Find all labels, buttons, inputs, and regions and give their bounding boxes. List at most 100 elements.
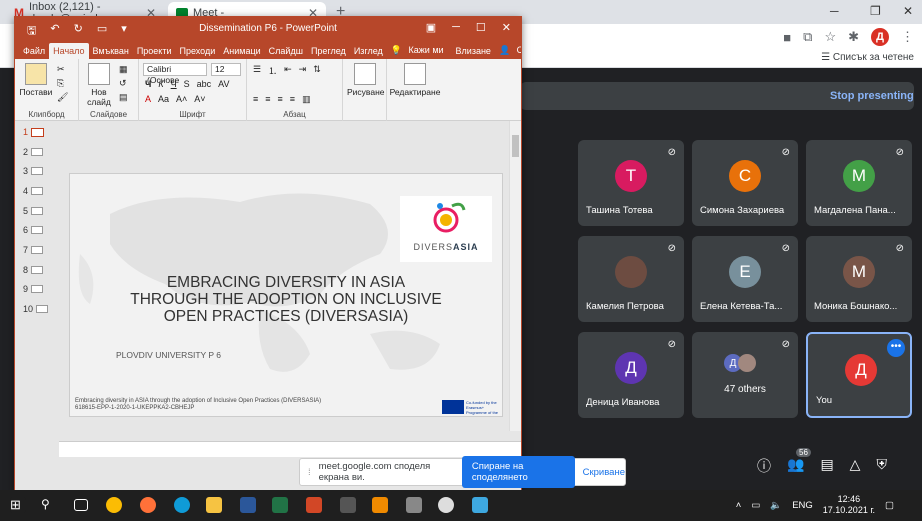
hide-button[interactable]: Скриване [583,467,625,478]
share-button[interactable]: 👤 Споделяне [495,42,521,59]
participant-tile[interactable]: ⊘ Т Ташина Тотева [578,140,684,226]
strikethrough-icon[interactable]: abc [197,79,212,89]
align-left-icon[interactable]: ≡ [253,94,258,105]
tab-home[interactable]: Начало [49,43,89,59]
chevron-up-icon[interactable]: ˄ [736,500,742,511]
clock[interactable]: 12:46 17.10.2021 г. [823,494,875,516]
search-icon[interactable]: ⚲ [41,497,57,513]
word-icon[interactable] [240,497,256,513]
minimize-icon[interactable]: ─ [452,21,460,34]
task-view-icon[interactable] [74,499,88,511]
excel-icon[interactable] [272,497,288,513]
notifications-icon[interactable]: ▢ [885,500,894,511]
bullets-icon[interactable]: ☰ [253,64,261,77]
chat-icon[interactable]: ▤ [820,456,833,476]
align-center-icon[interactable]: ≡ [265,94,270,105]
justify-icon[interactable]: ≡ [290,94,295,105]
firefox-icon[interactable] [140,497,156,513]
host-controls-icon[interactable]: ⛨ [876,456,887,476]
text-direction-icon[interactable]: ⇅ [313,64,321,77]
chrome-icon[interactable] [106,497,122,513]
change-case-icon[interactable]: Aa [158,94,169,104]
maximize-icon[interactable]: ☐ [476,21,486,34]
extensions-icon[interactable]: ✱ [848,29,859,45]
app-icon[interactable] [438,497,454,513]
language-indicator[interactable]: ENG [792,500,813,511]
slide-thumb-5[interactable]: 5 [23,206,44,216]
cut-icon[interactable]: ✂ [57,64,65,75]
edge-icon[interactable] [174,497,190,513]
align-right-icon[interactable]: ≡ [278,94,283,105]
tell-me[interactable]: 💡 Кажи ми [387,42,452,59]
outdent-icon[interactable]: ⇥ [299,64,307,77]
indent-icon[interactable]: ⇤ [284,64,292,77]
section-icon[interactable]: ▤ [119,92,128,103]
shadow-icon[interactable]: S [184,79,190,89]
app-icon[interactable] [340,497,356,513]
font-name-select[interactable]: Calibri (Основе [143,63,207,85]
file-explorer-icon[interactable] [206,497,222,513]
others-tile[interactable]: ⊘ Д 47 others [692,332,798,418]
underline-icon[interactable]: Ч [171,79,177,89]
editing-button[interactable]: Редактиране [389,63,441,97]
tab-animations[interactable]: Анимаци [219,43,264,59]
numbering-icon[interactable]: ⒈ [268,64,277,77]
stop-sharing-button[interactable]: Спиране на споделянето [461,456,575,488]
slide-title[interactable]: EMBRACING DIVERSITY IN ASIA THROUGH THE … [80,274,492,325]
slide-thumb-8[interactable]: 8 [23,265,44,275]
participant-tile[interactable]: ⊘ С Симона Захариева [692,140,798,226]
slide-canvas[interactable]: DIVERSASIA EMBRACING DIVERSITY IN ASIA T… [69,173,503,417]
menu-icon[interactable]: ⋮ [901,29,914,45]
reading-list-button[interactable]: ☰ Списък за четене [821,52,914,63]
font-color-icon[interactable]: A [145,94,151,104]
tab-review[interactable]: Преглед [307,43,350,59]
slide-thumb-3[interactable]: 3 [23,166,44,176]
close-window-icon[interactable]: ✕ [903,4,913,18]
vlc-icon[interactable] [372,497,388,513]
more-options-icon[interactable]: ••• [887,339,905,357]
tab-insert[interactable]: Вмъкван [89,43,133,59]
windows-start-icon[interactable]: ⊞ [10,497,26,513]
drag-handle-icon[interactable]: ⁞ [308,467,311,478]
restore-icon[interactable]: ❐ [870,4,881,18]
participant-tile[interactable]: ⊘ Камелия Петрова [578,236,684,322]
self-tile[interactable]: ••• Д You [806,332,912,418]
slide-scrollbar[interactable] [509,121,521,431]
slide-thumb-9[interactable]: 9 [23,284,44,294]
slide-thumb-10[interactable]: 10 [23,304,49,314]
slide-thumb-6[interactable]: 6 [23,225,44,235]
slide-subtitle[interactable]: PLOVDIV UNIVERSITY P 6 [116,350,221,360]
new-slide-button[interactable]: Нов слайд [83,63,115,107]
font-size-select[interactable]: 12 [211,63,241,76]
slide-thumb-2[interactable]: 2 [23,147,44,157]
app-icon[interactable] [472,497,488,513]
decrease-font-icon[interactable]: A˅ [194,94,205,104]
bold-icon[interactable]: Ч [145,79,151,89]
app-icon[interactable] [406,497,422,513]
close-icon[interactable]: ✕ [502,21,511,34]
stop-presenting-button[interactable]: Stop presenting [830,90,914,102]
reset-icon[interactable]: ↺ [119,78,127,89]
star-icon[interactable]: ☆ [824,29,836,45]
slide-thumb-4[interactable]: 4 [23,186,44,196]
powerpoint-icon[interactable] [306,497,322,513]
translate-icon[interactable]: ⧉ [803,29,812,45]
tab-transitions[interactable]: Преходи [176,43,220,59]
participant-tile[interactable]: ⊘ Е Елена Кетева-Та... [692,236,798,322]
drawing-button[interactable]: Рисуване [347,63,385,97]
italic-icon[interactable]: К [158,79,163,89]
format-painter-icon[interactable]: 🖌 [57,92,68,103]
columns-icon[interactable]: ▥ [302,94,311,105]
slide-thumb-7[interactable]: 7 [23,245,44,255]
increase-font-icon[interactable]: A˄ [176,94,187,104]
participant-tile[interactable]: ⊘ М Магдалена Пана... [806,140,912,226]
scroll-thumb[interactable] [512,135,519,157]
tab-file[interactable]: Файл [19,43,49,59]
ribbon-options-icon[interactable]: ▣ [426,21,436,34]
sign-in[interactable]: Влизане [452,43,495,59]
tab-view[interactable]: Изглед [350,43,387,59]
spacing-icon[interactable]: AV [218,79,229,89]
slide-thumb-1[interactable]: 1 [23,127,45,137]
minimize-icon[interactable]: ─ [830,4,839,18]
volume-icon[interactable]: 🔈 [770,500,782,511]
